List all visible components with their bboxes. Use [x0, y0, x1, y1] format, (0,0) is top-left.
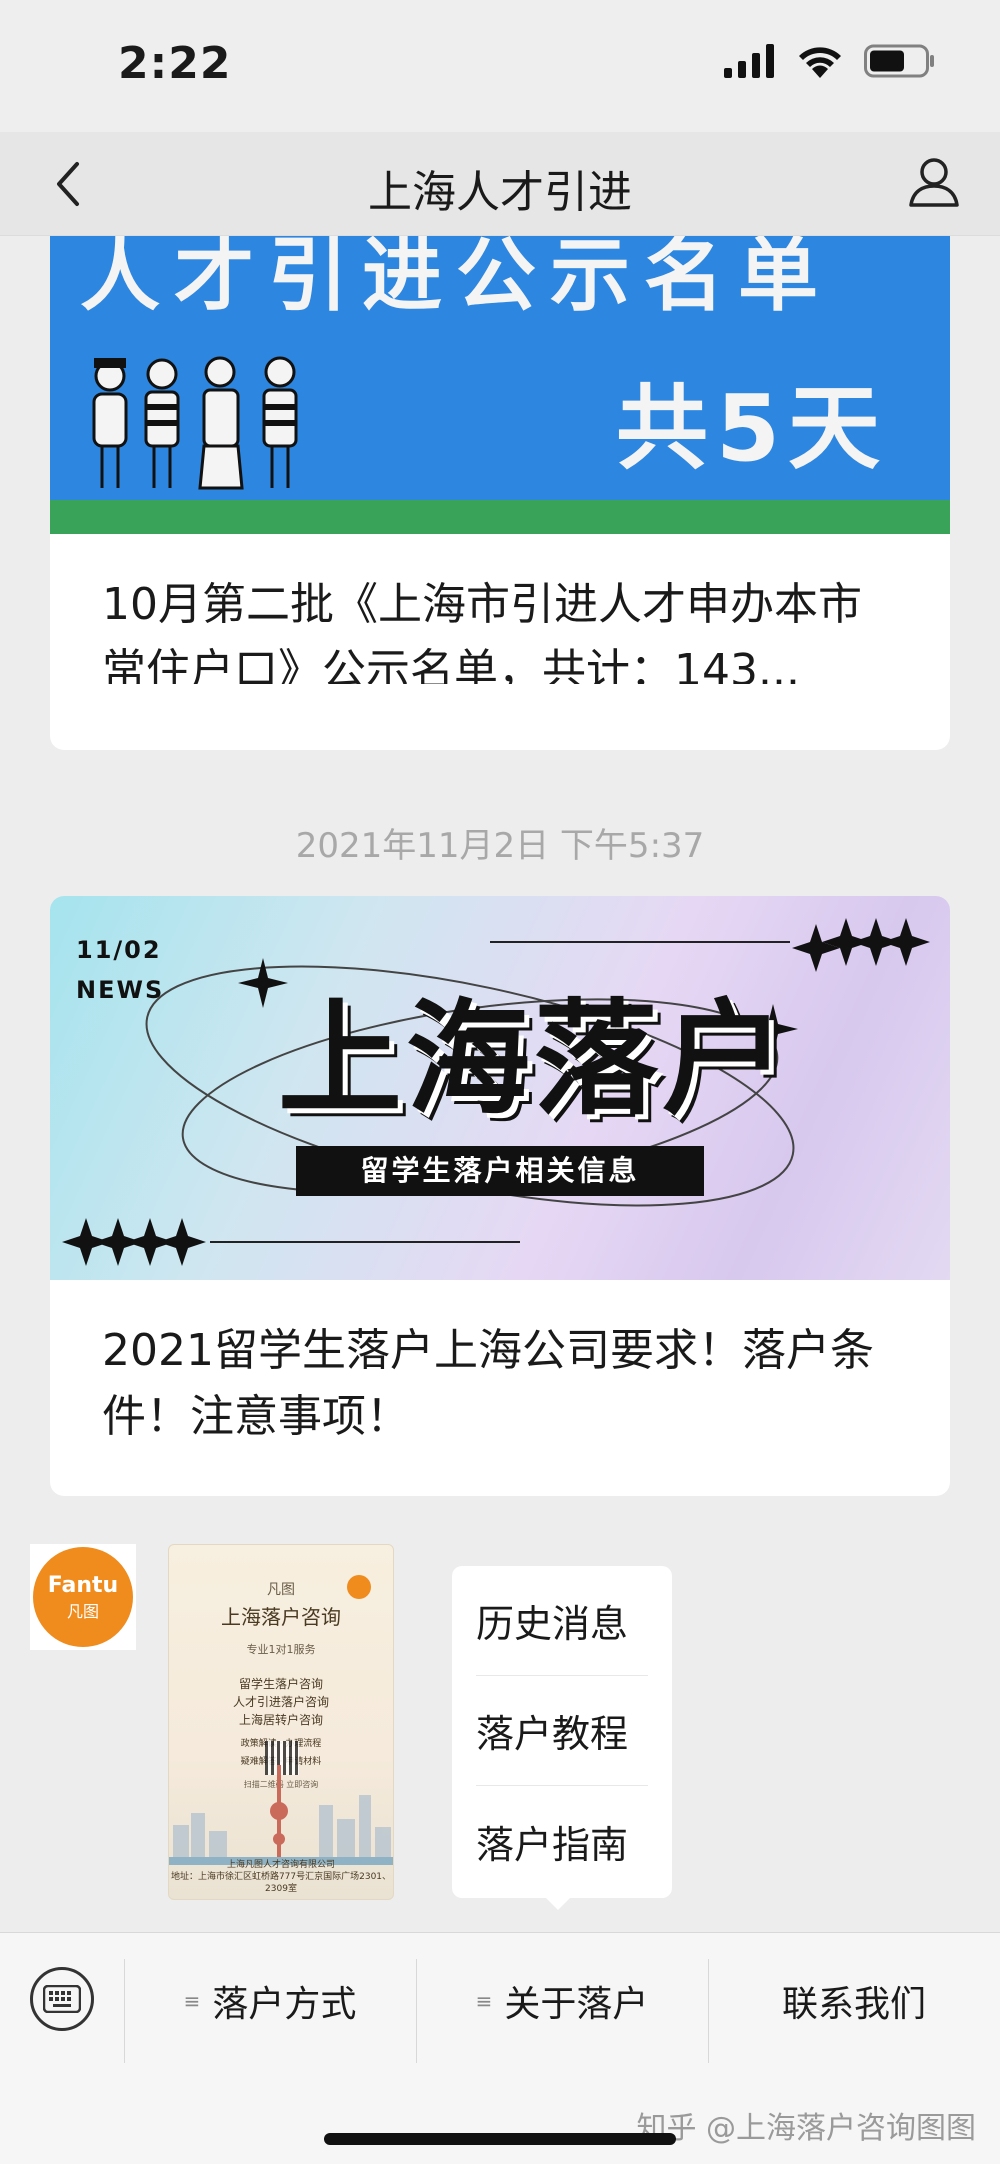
banner-subtitle: 留学生落户相关信息 — [296, 1146, 704, 1196]
poster-line: 留学生落户咨询 — [238, 1677, 323, 1691]
page-title: 上海人才引进 — [368, 167, 632, 218]
menu-tab-label: 落户方式 — [212, 1984, 357, 2025]
menu-item-guide[interactable]: 落户指南 — [476, 1786, 648, 1896]
menu-list-icon: ≡ — [183, 1989, 201, 2013]
banner-date: 11/02 NEWS — [76, 930, 164, 1010]
popup-arrow — [544, 1896, 572, 1910]
skyline-illustration — [169, 1765, 393, 1865]
banner-title: 上海落户 — [278, 988, 791, 1132]
poster-tagline: 专业1对1服务 — [246, 1643, 316, 1656]
article-banner: 人才引进公示名单 共5天 — [50, 236, 950, 534]
submenu-popup: 历史消息 落户教程 落户指南 — [452, 1566, 672, 1898]
banner-text: 人才引进公示名单 — [80, 236, 832, 322]
brand-logo-subtext: 凡图 — [66, 1601, 99, 1621]
status-bar: 2:22 — [0, 0, 1000, 132]
grass-strip — [50, 500, 950, 534]
article-title[interactable]: 2021留学生落户上海公司要求！落户条件！注意事项！ — [50, 1280, 950, 1496]
poster-line: 人才引进落户咨询 — [232, 1695, 329, 1709]
message-timestamp: 2021年11月2日 下午5:37 — [295, 826, 705, 866]
wifi-icon — [799, 47, 841, 78]
watermark: 知乎 @上海落户咨询图图 — [636, 2111, 976, 2146]
article-banner: 11/02 NEWS 上海落户 留学生落户相关信息 — [50, 896, 950, 1280]
menu-tab-label: 关于落户 — [504, 1984, 649, 2025]
banner-date-text: 11/02 — [76, 936, 162, 964]
poster-heading: 上海落户咨询 — [221, 1605, 341, 1629]
poster-footer: 上海凡图人才咨询有限公司 地址：上海市徐汇区虹桥路777号汇京国际广场2301、… — [169, 1859, 393, 1895]
article-title[interactable]: 10月第二批《上海市引进人才申办本市常住户口》公示名单，共计：143... — [50, 534, 950, 684]
banner-text: 共5天 — [615, 375, 888, 482]
person-icon — [909, 158, 959, 207]
menu-item-tutorial[interactable]: 落户教程 — [476, 1676, 648, 1786]
article-card[interactable]: 11/02 NEWS 上海落户 留学生落户相关信息 2021留学生落户上海公司要… — [50, 896, 950, 1496]
signal-icon — [724, 44, 774, 78]
status-time: 2:22 — [118, 38, 232, 89]
menu-tab-contact[interactable]: 联系我们 — [708, 1969, 1000, 2033]
brand-logo: Fantu 凡图 — [33, 1547, 133, 1647]
menu-tab-label: 联系我们 — [781, 1984, 926, 2025]
menu-list-icon: ≡ — [475, 1989, 493, 2013]
account-avatar[interactable]: Fantu 凡图 — [30, 1544, 136, 1650]
keyboard-toggle-button[interactable] — [30, 1967, 94, 2031]
menu-tab-about-settle[interactable]: ≡ 关于落户 — [416, 1969, 708, 2033]
home-indicator[interactable] — [324, 2133, 676, 2145]
poster-company: 上海凡图人才咨询有限公司 — [226, 1860, 335, 1870]
poster-image-message[interactable]: 凡图 上海落户咨询 专业1对1服务 留学生落户咨询 人才引进落户咨询 上海居转户… — [168, 1544, 394, 1900]
people-illustration — [92, 356, 298, 490]
poster-line: 上海居转户咨询 — [238, 1713, 323, 1727]
battery-icon — [864, 44, 934, 78]
poster-logo-badge — [347, 1575, 371, 1599]
poster-address: 地址：上海市徐汇区虹桥路777号汇京国际广场2301、2309室 — [170, 1872, 392, 1894]
profile-button[interactable] — [902, 150, 966, 214]
banner-news-text: NEWS — [76, 976, 165, 1004]
keyboard-icon — [43, 1985, 81, 2013]
menu-tab-settle-methods[interactable]: ≡ 落户方式 — [124, 1969, 416, 2033]
article-card[interactable]: 人才引进公示名单 共5天 10月第二批《上海市引进人才申办本市常住户口》公示名单… — [50, 236, 950, 750]
status-icons — [724, 44, 936, 78]
menu-item-history[interactable]: 历史消息 — [476, 1566, 648, 1676]
bottom-menu-bar: ≡ 落户方式 ≡ 关于落户 联系我们 知乎 @上海落户咨询图图 — [0, 1932, 1000, 2164]
brand-logo-text: Fantu — [47, 1572, 119, 1598]
nav-bar: 上海人才引进 — [0, 132, 1000, 236]
